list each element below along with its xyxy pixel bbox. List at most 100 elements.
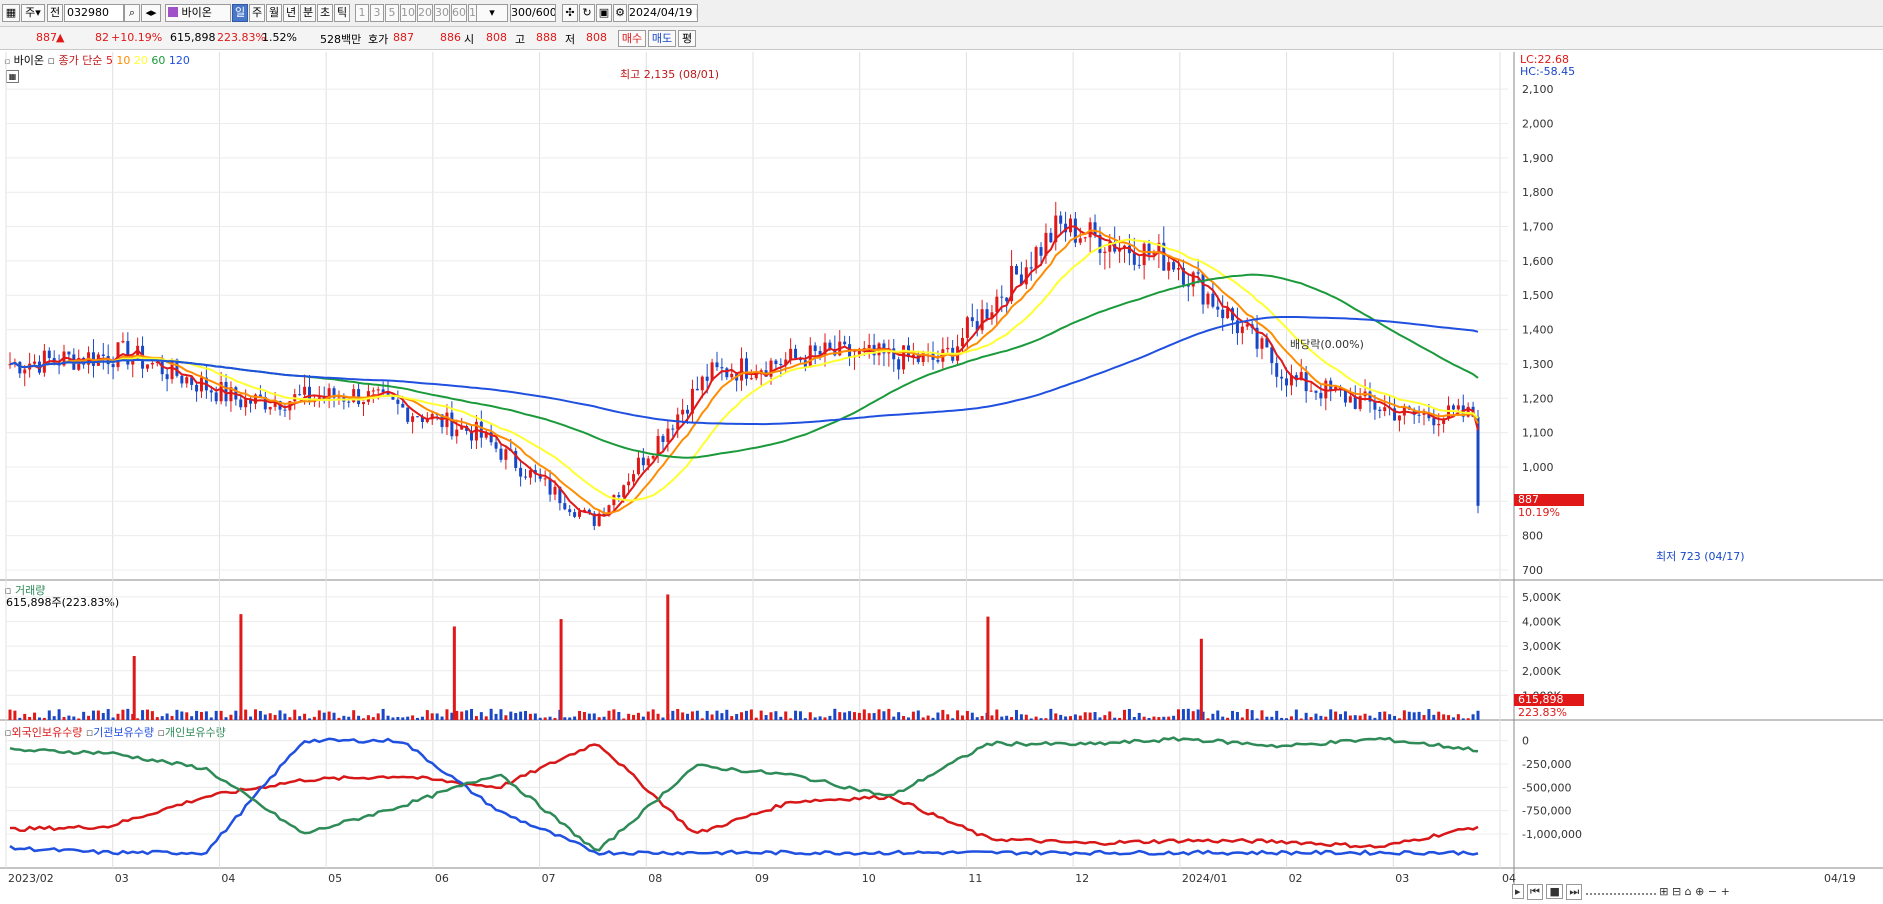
- period-button-0[interactable]: 일: [232, 4, 248, 22]
- period-button-3[interactable]: 년: [283, 4, 299, 22]
- scroll-left-button[interactable]: ▸: [1512, 884, 1524, 899]
- volume-bar: [1447, 715, 1451, 720]
- grid-toggle-icon[interactable]: ▦: [6, 70, 19, 83]
- volume-bar: [1137, 712, 1141, 720]
- candle-body: [1054, 215, 1058, 243]
- candle-body: [975, 321, 979, 331]
- candle-body: [224, 381, 228, 402]
- search-icon[interactable]: ⌕: [124, 4, 140, 22]
- volume-bar: [1363, 713, 1367, 720]
- volume-bar: [656, 713, 660, 720]
- date-field[interactable]: 2024/04/19 ▤: [628, 4, 698, 22]
- volume-bar: [28, 716, 32, 720]
- volume-bar: [18, 717, 22, 720]
- period-button-1[interactable]: 주: [249, 4, 265, 22]
- volume-bar: [312, 716, 316, 720]
- count-field[interactable]: 300/600: [510, 4, 556, 22]
- volume-bar: [1221, 716, 1225, 720]
- stock-name-field[interactable]: 바이온: [165, 4, 231, 22]
- candle-body: [283, 409, 287, 411]
- pane-toggle-icon[interactable]: ▫: [158, 726, 165, 739]
- minute-option-5[interactable]: 5: [385, 4, 399, 22]
- date-value: 2024/04/19: [629, 6, 693, 19]
- minute-option-1[interactable]: 1: [355, 4, 369, 22]
- crosshair-icon[interactable]: ✣: [562, 4, 578, 22]
- stop-button[interactable]: ■: [1546, 884, 1563, 899]
- candle-body: [774, 360, 778, 365]
- price-change: 82: [95, 31, 109, 44]
- volume-bar: [705, 710, 709, 720]
- volume-bar: [224, 717, 228, 720]
- volume-bar: [229, 714, 233, 720]
- volume-bar: [936, 712, 940, 720]
- zoom-slider[interactable]: [1585, 893, 1656, 895]
- volume-bar: [528, 713, 532, 720]
- candle-body: [1412, 409, 1416, 415]
- eval-button[interactable]: 평: [678, 30, 696, 47]
- settings-icon[interactable]: ⚙: [613, 4, 627, 22]
- candle-body: [1447, 405, 1451, 419]
- save-icon[interactable]: ▣: [596, 4, 612, 22]
- candle-body: [465, 426, 469, 431]
- minute-option-30[interactable]: 30: [434, 4, 450, 22]
- candle-body: [1358, 396, 1362, 409]
- candle-body: [543, 478, 547, 480]
- candle-body: [298, 394, 302, 396]
- stock-code-input[interactable]: 032980: [64, 4, 124, 22]
- prefix-button[interactable]: 전: [47, 4, 63, 22]
- volume-bar: [278, 710, 282, 720]
- period-button-4[interactable]: 분: [300, 4, 316, 22]
- candle-body: [52, 358, 56, 363]
- minute-option-10[interactable]: 10: [400, 4, 416, 22]
- volume-bar: [671, 710, 675, 720]
- refresh-icon[interactable]: ↻: [579, 4, 595, 22]
- candle-body: [1235, 320, 1239, 334]
- scroll-last-button[interactable]: ⏭: [1566, 884, 1583, 900]
- candle-body: [1240, 326, 1244, 334]
- volume-bar: [700, 718, 704, 720]
- volume-bar: [180, 711, 184, 720]
- volume-bar: [199, 712, 203, 720]
- volume-tick-label: 4,000K: [1522, 616, 1561, 629]
- x-tick-label: 12: [1075, 872, 1089, 885]
- period-button-6[interactable]: 틱: [334, 4, 350, 22]
- period-button-5[interactable]: 초: [317, 4, 333, 22]
- volume-bar: [612, 709, 616, 720]
- scroll-first-button[interactable]: ⏮: [1527, 884, 1543, 900]
- candle-body: [612, 495, 616, 506]
- candle-body: [77, 357, 81, 370]
- volume-bar: [244, 709, 248, 720]
- candle-body: [420, 417, 424, 422]
- volume-bar: [430, 713, 434, 720]
- candle-body: [1049, 232, 1053, 243]
- volume-bar: [425, 710, 429, 720]
- volume-bar: [72, 716, 76, 720]
- minute-option-60[interactable]: 60: [451, 4, 467, 22]
- minute-option-3[interactable]: 3: [370, 4, 384, 22]
- menu-icon[interactable]: ▦: [2, 4, 20, 22]
- volume-bar: [1231, 710, 1235, 720]
- candle-body: [1108, 242, 1112, 252]
- price-tick-label: 800: [1522, 530, 1543, 543]
- pane-toggle-icon[interactable]: ▫: [47, 54, 54, 67]
- volume-bar: [460, 711, 464, 720]
- zoom-icons[interactable]: ⊞ ⊟ ⌂ ⊕ − +: [1659, 885, 1730, 898]
- x-tick-label: 02: [1289, 872, 1303, 885]
- period-button-2[interactable]: 월: [266, 4, 282, 22]
- candle-body: [1461, 405, 1465, 417]
- volume-bar: [784, 711, 788, 720]
- high-price: 888: [536, 31, 557, 44]
- candle-body: [867, 344, 871, 349]
- volume-bar: [1358, 715, 1362, 720]
- volume-bar: [366, 715, 370, 720]
- holdings-tick-label: 0: [1522, 735, 1529, 748]
- market-select[interactable]: 주▾: [21, 4, 45, 22]
- last-pct-label: 10.19%: [1518, 506, 1560, 519]
- price-pane-title: 바이온: [13, 54, 44, 67]
- sound-icon[interactable]: ◂▸: [141, 4, 161, 22]
- pane-toggle-icon[interactable]: ▫: [4, 57, 10, 67]
- minute-option-20[interactable]: 20: [417, 4, 433, 22]
- count-dropdown[interactable]: ▾: [476, 4, 508, 22]
- sell-button[interactable]: 매도: [648, 30, 676, 47]
- buy-button[interactable]: 매수: [618, 30, 646, 47]
